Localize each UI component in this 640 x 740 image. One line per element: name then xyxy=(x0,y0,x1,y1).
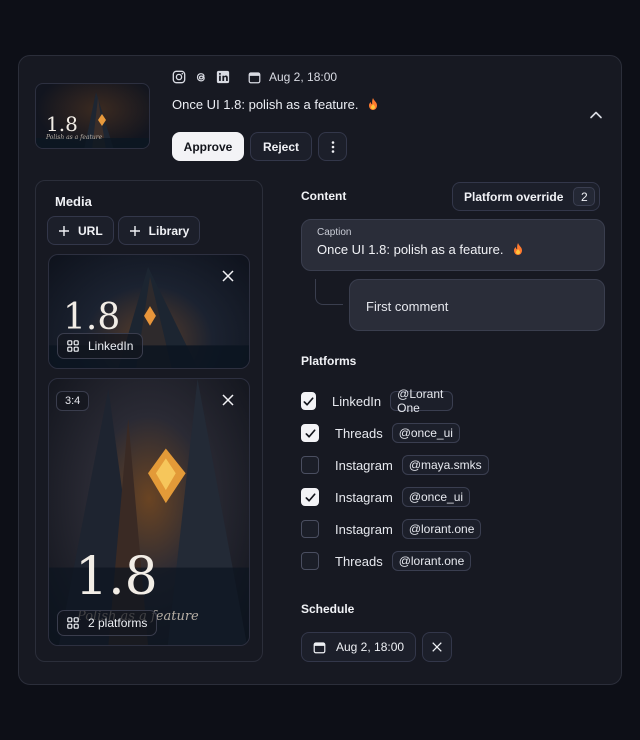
platform-checkbox[interactable] xyxy=(301,520,319,538)
platform-row[interactable]: Instagram @lorant.one xyxy=(301,518,482,540)
close-icon[interactable] xyxy=(221,269,235,283)
checkmark-icon xyxy=(304,492,316,502)
platform-handle: @once_ui xyxy=(401,487,471,507)
platform-name: Instagram xyxy=(335,489,393,505)
close-icon[interactable] xyxy=(221,393,235,407)
post-card: 1.8 Polish as a feature Aug 2, 18:00 Onc… xyxy=(18,55,622,685)
caption-value: Once UI 1.8: polish as a feature. xyxy=(317,242,523,257)
first-comment-placeholder: First comment xyxy=(366,299,449,314)
post-title-text: Once UI 1.8: polish as a feature. xyxy=(172,97,359,112)
platform-handle: @once_ui xyxy=(391,423,460,443)
more-vertical-icon xyxy=(331,140,334,153)
override-label: Platform override xyxy=(464,189,564,204)
fire-icon xyxy=(369,98,378,110)
tile-number: 1.8 xyxy=(63,297,121,338)
platform-row[interactable]: Threads @lorant.one xyxy=(301,550,472,572)
platform-handle: @Lorant One xyxy=(390,387,454,415)
platform-handle: @lorant.one xyxy=(401,519,482,539)
more-options-button[interactable] xyxy=(318,132,347,161)
media-title: Media xyxy=(55,194,92,209)
platform-name: Threads xyxy=(335,425,383,441)
post-meta: Aug 2, 18:00 xyxy=(172,68,337,86)
close-icon xyxy=(432,642,442,652)
platform-row[interactable]: Instagram @once_ui xyxy=(301,486,471,508)
media-add-buttons: URL Library xyxy=(47,216,201,245)
media-tile-linkedin[interactable]: 1.8 LinkedIn xyxy=(48,254,250,369)
schedule-date-text: Aug 2, 18:00 xyxy=(336,640,405,654)
media-tile-multi[interactable]: 3:4 1.8 Polish as a feature 2 platforms xyxy=(48,378,250,646)
platform-name: Instagram xyxy=(335,457,393,473)
reject-button[interactable]: Reject xyxy=(250,132,312,161)
override-count-badge: 2 xyxy=(573,187,596,206)
tile-number: 1.8 xyxy=(75,547,158,607)
grid-icon xyxy=(67,617,79,629)
schedule-date-button[interactable]: Aug 2, 18:00 xyxy=(301,632,417,662)
fire-icon xyxy=(514,243,523,255)
plus-icon xyxy=(129,225,140,236)
platform-checkbox[interactable] xyxy=(301,456,319,474)
platform-checkbox[interactable] xyxy=(301,392,316,410)
media-panel: Media URL Library 1.8 LinkedIn 3:4 1.8 f… xyxy=(35,180,263,662)
content-title: Content xyxy=(301,189,347,203)
platform-name: Threads xyxy=(335,553,383,569)
aspect-ratio-badge: 3:4 xyxy=(56,391,90,411)
post-date[interactable]: Aug 2, 18:00 xyxy=(248,70,337,84)
plus-icon xyxy=(59,225,69,236)
calendar-icon xyxy=(313,641,326,653)
platform-row[interactable]: Instagram @maya.smks xyxy=(301,454,489,476)
platform-handle: @lorant.one xyxy=(391,551,472,571)
comment-connector xyxy=(315,279,343,305)
platform-row[interactable]: LinkedIn @Lorant One xyxy=(301,387,454,415)
thumbnail-number: 1.8 xyxy=(46,112,78,136)
schedule-title: Schedule xyxy=(301,602,355,616)
threads-icon[interactable] xyxy=(194,70,208,84)
tile-platform-chip[interactable]: LinkedIn xyxy=(57,333,144,359)
platform-checkbox[interactable] xyxy=(301,424,319,442)
post-date-text: Aug 2, 18:00 xyxy=(269,70,338,84)
platform-checkbox[interactable] xyxy=(301,488,319,506)
chevron-up-icon[interactable] xyxy=(587,106,605,124)
add-library-button[interactable]: Library xyxy=(117,216,201,245)
post-title: Once UI 1.8: polish as a feature. xyxy=(172,97,378,112)
calendar-icon xyxy=(248,71,261,83)
platform-handle: @maya.smks xyxy=(401,455,489,475)
approve-button[interactable]: Approve xyxy=(172,132,244,161)
caption-label: Caption xyxy=(317,227,352,238)
platforms-title: Platforms xyxy=(301,354,357,368)
platform-name: Instagram xyxy=(335,521,393,537)
instagram-icon[interactable] xyxy=(172,70,186,84)
caption-text: Once UI 1.8: polish as a feature. xyxy=(317,242,504,257)
platform-override-button[interactable]: Platform override 2 xyxy=(452,182,601,211)
clear-schedule-button[interactable] xyxy=(422,632,452,662)
platform-name: LinkedIn xyxy=(332,393,382,409)
linkedin-icon[interactable] xyxy=(216,70,230,84)
platform-row[interactable]: Threads @once_ui xyxy=(301,422,460,444)
add-url-button[interactable]: URL xyxy=(47,216,114,245)
add-library-label: Library xyxy=(148,223,190,238)
checkmark-icon xyxy=(304,428,316,438)
tile-chip-label: 2 platforms xyxy=(88,616,148,630)
caption-field[interactable]: Caption Once UI 1.8: polish as a feature… xyxy=(301,219,605,271)
add-url-label: URL xyxy=(78,223,103,238)
thumbnail-subtitle: Polish as a feature xyxy=(46,134,103,141)
checkmark-icon xyxy=(303,396,314,406)
grid-icon xyxy=(67,340,79,352)
tile-platform-chip[interactable]: 2 platforms xyxy=(57,610,158,636)
tile-chip-label: LinkedIn xyxy=(88,339,134,353)
platform-checkbox[interactable] xyxy=(301,552,319,570)
post-thumbnail[interactable]: 1.8 Polish as a feature xyxy=(35,83,150,149)
post-actions: Approve Reject xyxy=(172,132,347,161)
first-comment-field[interactable]: First comment xyxy=(349,279,605,331)
